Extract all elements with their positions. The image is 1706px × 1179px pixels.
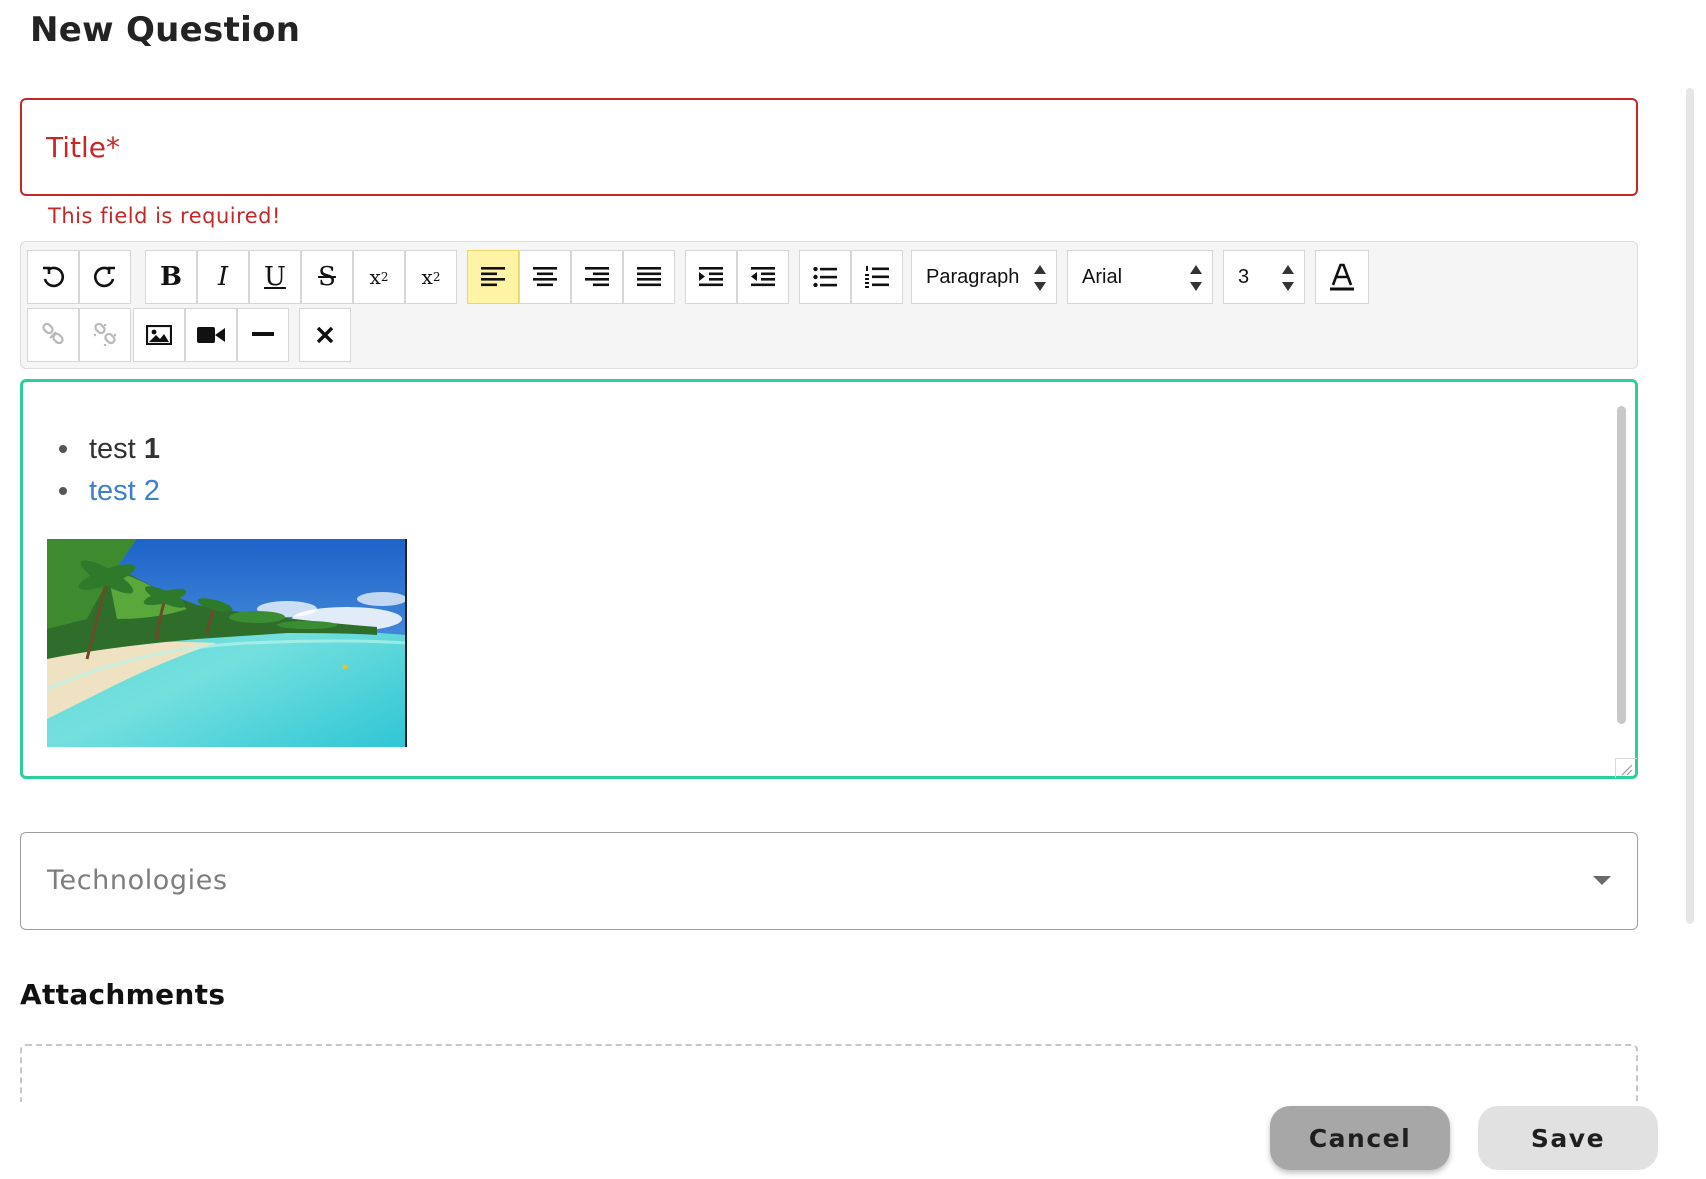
beach-image[interactable]: [47, 539, 407, 747]
align-justify-icon[interactable]: [623, 250, 675, 304]
redo-icon[interactable]: [79, 250, 131, 304]
font-size-select-value: 3: [1238, 265, 1250, 288]
horizontal-rule-icon[interactable]: [237, 308, 289, 362]
font-select-arrows-icon: [1190, 265, 1202, 291]
list-item-link[interactable]: test 2: [89, 475, 160, 507]
list-item-text: test: [89, 433, 144, 465]
list-item-bold-text: 1: [143, 433, 160, 465]
video-icon[interactable]: [185, 308, 237, 362]
format-select-arrows-icon: [1034, 265, 1046, 291]
resize-handle-icon[interactable]: [1615, 758, 1637, 778]
undo-icon[interactable]: [27, 250, 79, 304]
unlink-icon[interactable]: [79, 308, 131, 362]
footer-area: [0, 1102, 1706, 1179]
outdent-icon[interactable]: [737, 250, 789, 304]
indent-icon[interactable]: [685, 250, 737, 304]
font-select[interactable]: Arial: [1067, 250, 1213, 304]
bold-icon[interactable]: B: [145, 250, 197, 304]
font-size-select-arrows-icon: [1282, 265, 1294, 291]
bullet-list-icon[interactable]: [799, 250, 851, 304]
align-right-icon[interactable]: [571, 250, 623, 304]
italic-icon[interactable]: I: [197, 250, 249, 304]
technologies-placeholder: Technologies: [47, 865, 228, 896]
chevron-down-icon[interactable]: [1593, 876, 1611, 885]
align-left-icon[interactable]: [467, 250, 519, 304]
title-field[interactable]: [20, 98, 1638, 196]
page-scrollbar[interactable]: [1686, 88, 1694, 924]
technologies-select[interactable]: Technologies: [20, 832, 1638, 930]
title-error-message: This field is required!: [48, 204, 281, 228]
bullet-list: test 1 test 2: [59, 428, 160, 512]
list-item: test 1: [59, 428, 160, 470]
save-button[interactable]: Save: [1478, 1106, 1658, 1170]
font-size-select[interactable]: 3: [1223, 250, 1305, 304]
format-select[interactable]: Paragraph: [911, 250, 1057, 304]
cancel-button[interactable]: Cancel: [1270, 1106, 1450, 1170]
text-color-icon[interactable]: [1315, 250, 1369, 304]
image-icon[interactable]: [133, 308, 185, 362]
list-item: test 2: [59, 470, 160, 512]
title-input[interactable]: [46, 124, 1606, 170]
editor-toolbar: B I U S x2 x2 Paragraph Arial 3: [20, 241, 1638, 369]
format-select-value: Paragraph: [926, 265, 1020, 288]
page-title: New Question: [30, 10, 301, 50]
rich-text-editor[interactable]: test 1 test 2: [20, 379, 1638, 779]
superscript-icon[interactable]: x2: [405, 250, 457, 304]
subscript-icon[interactable]: x2: [353, 250, 405, 304]
strikethrough-icon[interactable]: S: [301, 250, 353, 304]
editor-scrollbar[interactable]: [1617, 406, 1626, 724]
link-icon[interactable]: [27, 308, 79, 362]
attachments-title: Attachments: [20, 978, 226, 1011]
underline-icon[interactable]: U: [249, 250, 301, 304]
align-center-icon[interactable]: [519, 250, 571, 304]
font-select-value: Arial: [1082, 265, 1123, 288]
numbered-list-icon[interactable]: [851, 250, 903, 304]
clear-format-icon[interactable]: [299, 308, 351, 362]
